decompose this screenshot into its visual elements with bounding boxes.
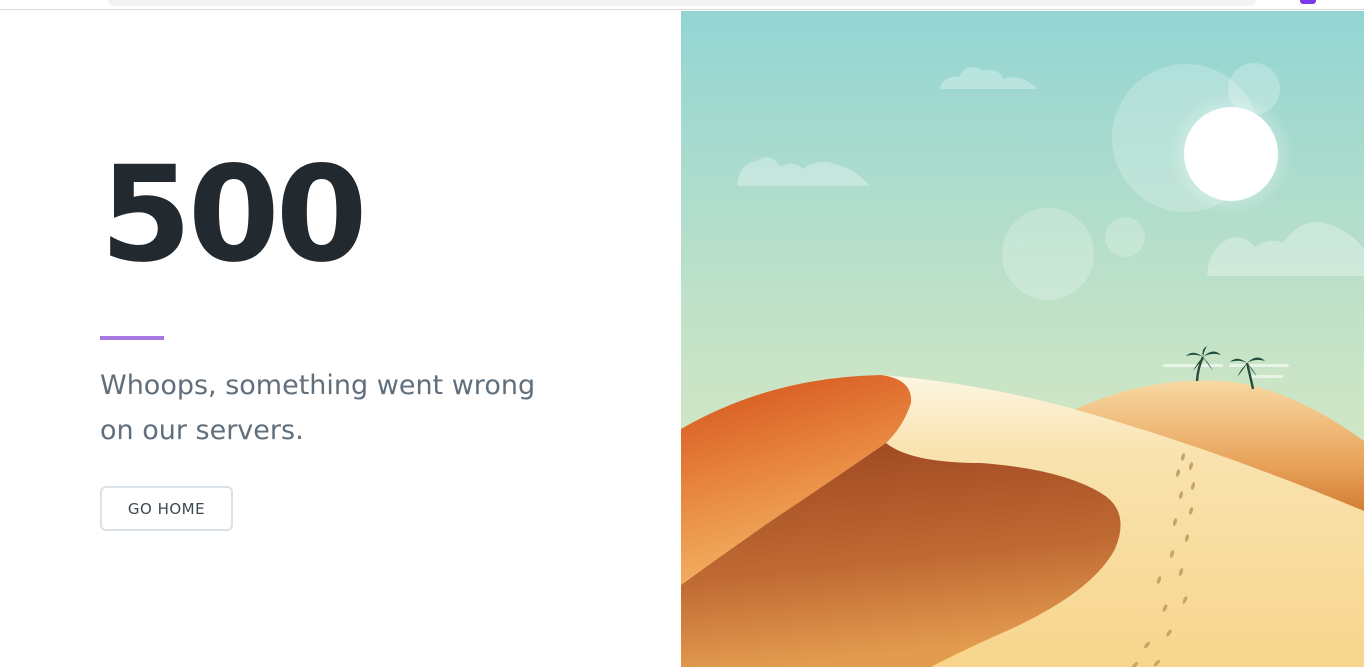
error-message: Whoops, something went wrong on our serv… xyxy=(100,370,536,446)
browser-top-strip xyxy=(0,0,1364,10)
sun xyxy=(1184,107,1278,201)
wind-streak xyxy=(1251,375,1283,378)
desert-illustration xyxy=(681,11,1364,667)
accent-divider xyxy=(100,336,164,340)
wind-streak xyxy=(1229,364,1289,367)
error-content-panel: 500 Whoops, something went wrong on our … xyxy=(0,11,681,667)
haze-circle xyxy=(1002,208,1094,300)
go-home-button[interactable]: GO HOME xyxy=(100,486,233,531)
extension-icon[interactable] xyxy=(1300,0,1316,4)
error-code: 500 xyxy=(100,138,368,292)
wind-streak xyxy=(1163,364,1223,367)
haze-circle-small xyxy=(1105,217,1145,257)
address-bar[interactable] xyxy=(108,0,1256,6)
